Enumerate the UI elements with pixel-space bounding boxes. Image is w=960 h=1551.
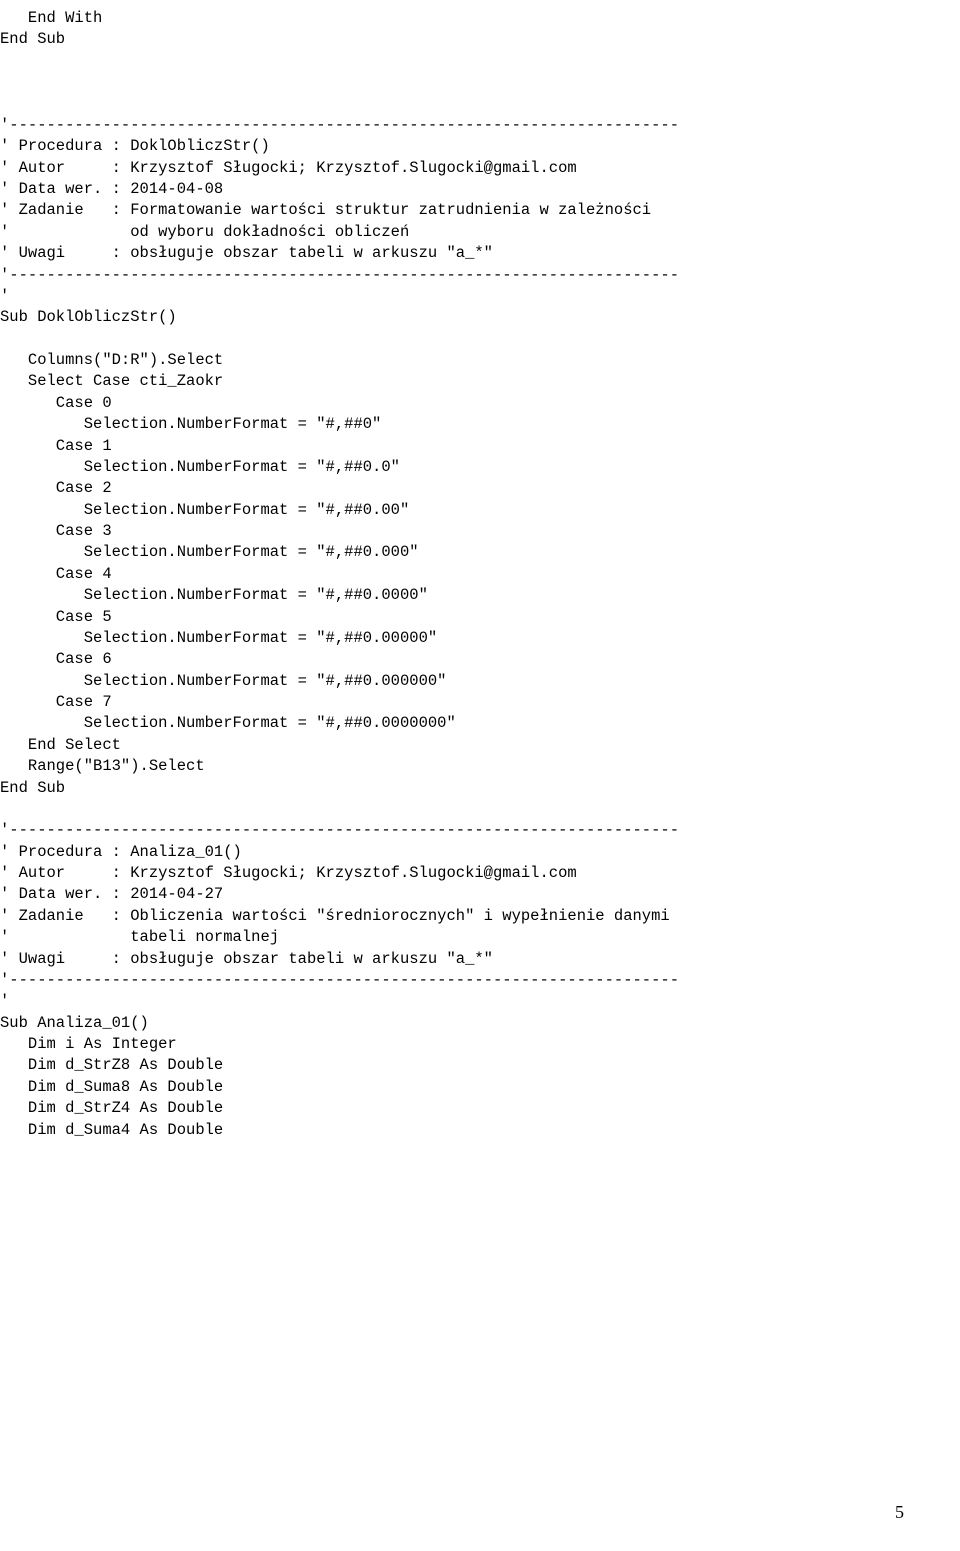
document-page: End With End Sub '----------------------… xyxy=(0,0,960,1551)
page-number: 5 xyxy=(895,1500,904,1525)
code-block: End With End Sub '----------------------… xyxy=(0,8,900,1141)
